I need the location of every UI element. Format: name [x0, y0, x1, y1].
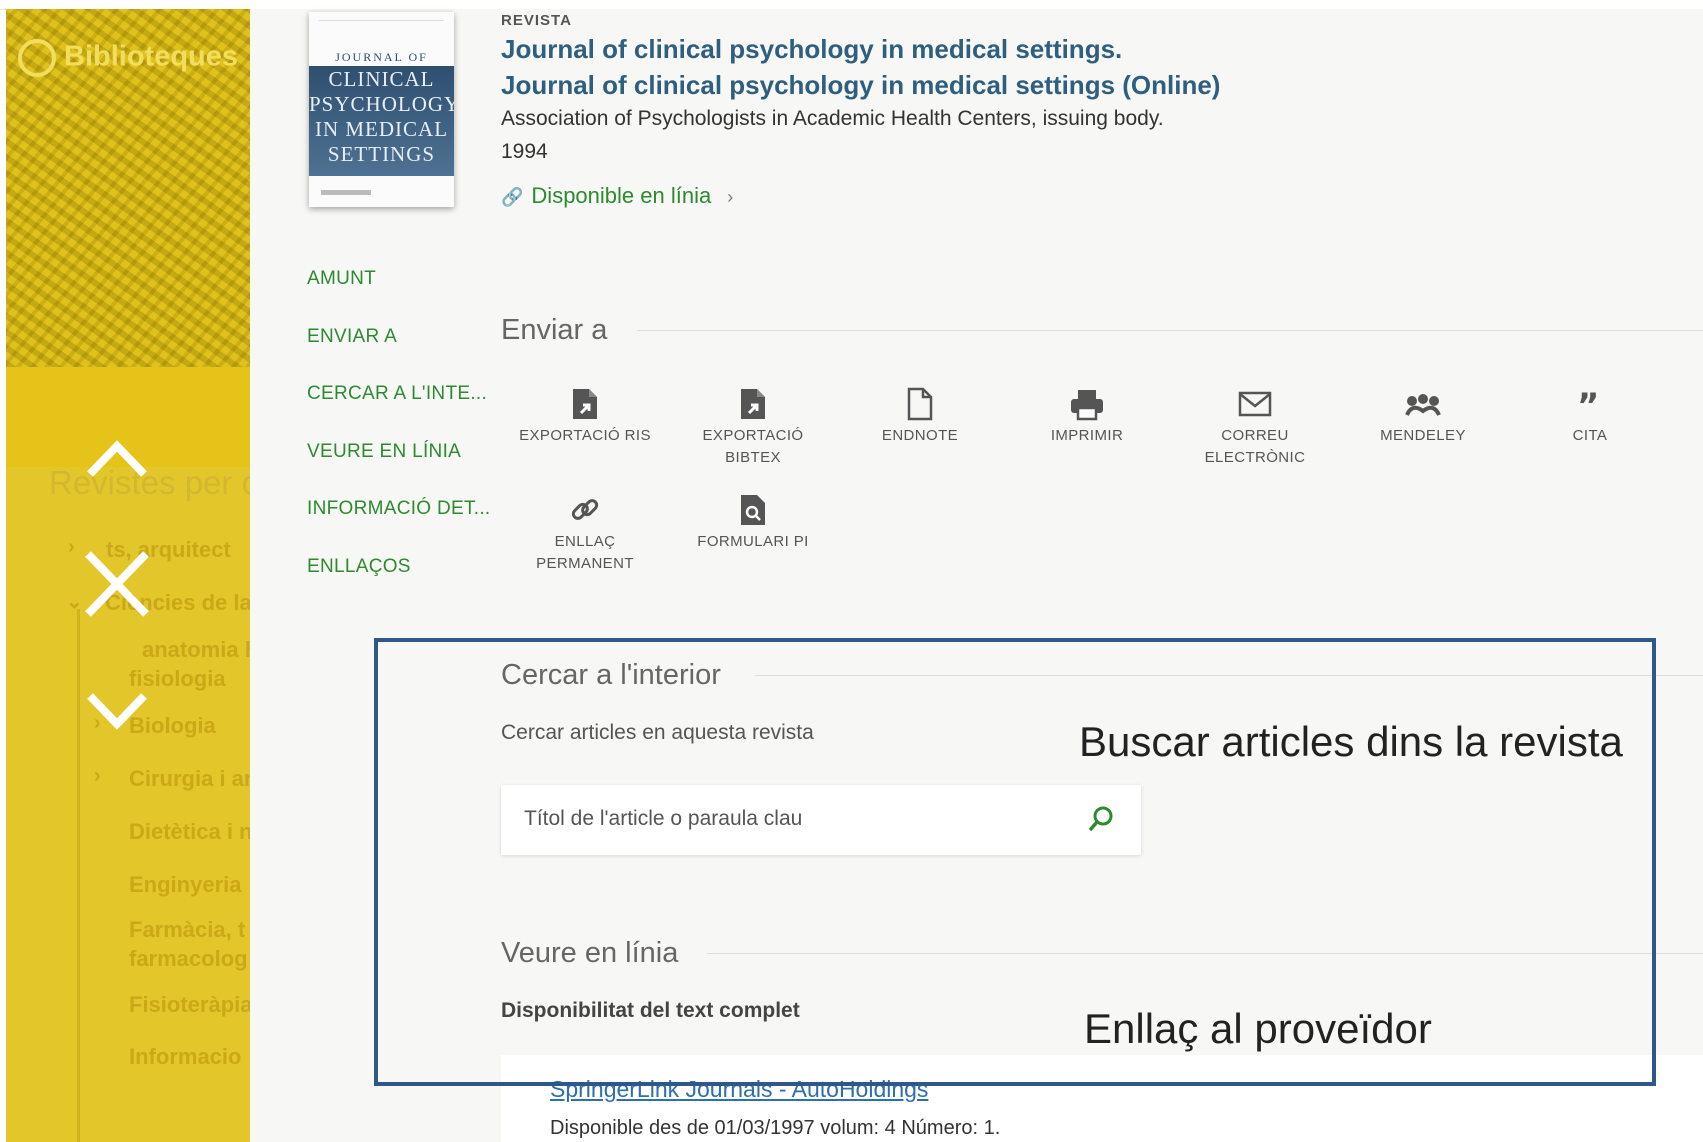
mendeley-button[interactable]: MENDELEY [1348, 387, 1498, 447]
nav-enviar-a[interactable]: ENVIAR A [307, 326, 397, 348]
chevron-right-icon: › [727, 187, 734, 207]
link-icon: 🔗 [501, 187, 524, 207]
availability-link[interactable]: 🔗 Disponible en línia › [501, 183, 733, 209]
faded-chevron: ⌄ [66, 591, 83, 613]
permalink-button[interactable]: ENLLAÇ PERMANENT [510, 493, 660, 575]
document-icon [907, 387, 933, 421]
send-to-title: Enviar a [501, 314, 608, 346]
record-title[interactable]: Journal of clinical psychology in medica… [501, 34, 1122, 65]
provider-coverage: Disponible des de 01/03/1997 volum: 4 Nú… [550, 1117, 1001, 1139]
faded-item: anatomia h [142, 637, 250, 662]
faded-item: Cirurgia i ar [129, 766, 250, 791]
svg-text:”: ” [1577, 387, 1600, 421]
highlight-box [374, 638, 1656, 1086]
document-search-icon [741, 495, 765, 525]
publisher-mark [321, 190, 371, 195]
faded-item: farmacolog [129, 946, 248, 971]
chevron-down-icon[interactable] [82, 688, 152, 737]
library-name: Biblioteques [64, 40, 239, 73]
faded-item: Farmàcia, t [129, 917, 246, 942]
journal-cover-thumbnail[interactable]: JOURNAL OF CLINICAL PSYCHOLOGY IN MEDICA… [309, 12, 454, 207]
nav-veure-en-linia[interactable]: VEURE EN LÍNIA [307, 441, 461, 463]
faded-item: Dietètica i n [129, 819, 250, 844]
cover-line2: CLINICAL PSYCHOLOGY IN MEDICAL SETTINGS [309, 67, 454, 166]
export-ris-button[interactable]: EXPORTACIÓ RIS [510, 387, 660, 447]
nav-informacio-detallada[interactable]: INFORMACIÓ DET... [307, 498, 491, 520]
nav-amunt[interactable]: AMUNT [307, 268, 376, 290]
ill-form-button[interactable]: FORMULARI PI [678, 493, 828, 553]
printer-icon [1071, 390, 1103, 421]
action-label: ENLLAÇ PERMANENT [536, 533, 634, 572]
mail-icon [1238, 391, 1272, 417]
print-button[interactable]: IMPRIMIR [1012, 387, 1162, 447]
cover-top-rule [319, 20, 444, 24]
action-label: CORREU ELECTRÒNIC [1204, 427, 1306, 466]
export-bibtex-icon [741, 389, 765, 419]
divider [637, 330, 1703, 331]
action-label: EXPORTACIÓ RIS [519, 427, 651, 444]
annotation-search: Buscar articles dins la revista [1079, 718, 1623, 765]
cover-line1: JOURNAL OF [335, 50, 428, 64]
record-year: 1994 [501, 140, 548, 163]
action-label: FORMULARI PI [697, 533, 809, 550]
record-author: Association of Psychologists in Academic… [501, 107, 1164, 130]
export-ris-icon [573, 389, 597, 419]
faded-item: Enginyeria [129, 872, 242, 897]
link-icon [571, 499, 599, 520]
record-title-online[interactable]: Journal of clinical psychology in medica… [501, 70, 1220, 101]
faded-chevron: › [68, 536, 75, 558]
library-logo[interactable]: Biblioteques [18, 39, 238, 77]
close-icon[interactable] [82, 548, 152, 625]
cite-button[interactable]: ” CITA [1515, 387, 1665, 447]
annotation-provider: Enllaç al proveïdor [1084, 1005, 1432, 1052]
action-label: ENDNOTE [881, 427, 959, 444]
nav-cercar-interior[interactable]: CERCAR A L'INTE... [307, 383, 487, 405]
faded-item: Fisioteràpia [129, 992, 250, 1017]
quote-icon: ” [1577, 387, 1600, 421]
mendeley-icon [1405, 394, 1441, 416]
action-label: EXPORTACIÓ BIBTEX [702, 427, 804, 466]
export-bibtex-button[interactable]: EXPORTACIÓ BIBTEX [678, 387, 828, 469]
faded-item: Informacio [129, 1044, 242, 1069]
availability-label: Disponible en línia [531, 183, 712, 208]
action-label: CITA [1572, 427, 1608, 444]
email-button[interactable]: CORREU ELECTRÒNIC [1180, 387, 1330, 469]
action-label: IMPRIMIR [1050, 427, 1124, 444]
record-type: REVISTA [501, 12, 572, 29]
endnote-button[interactable]: ENDNOTE [845, 387, 995, 447]
library-logo-icon [18, 39, 56, 77]
faded-chevron: › [94, 765, 101, 787]
nav-enllacos[interactable]: ENLLAÇOS [307, 556, 411, 578]
action-label: MENDELEY [1380, 427, 1466, 444]
tree-line [77, 609, 80, 1142]
chevron-up-icon[interactable] [82, 436, 152, 485]
